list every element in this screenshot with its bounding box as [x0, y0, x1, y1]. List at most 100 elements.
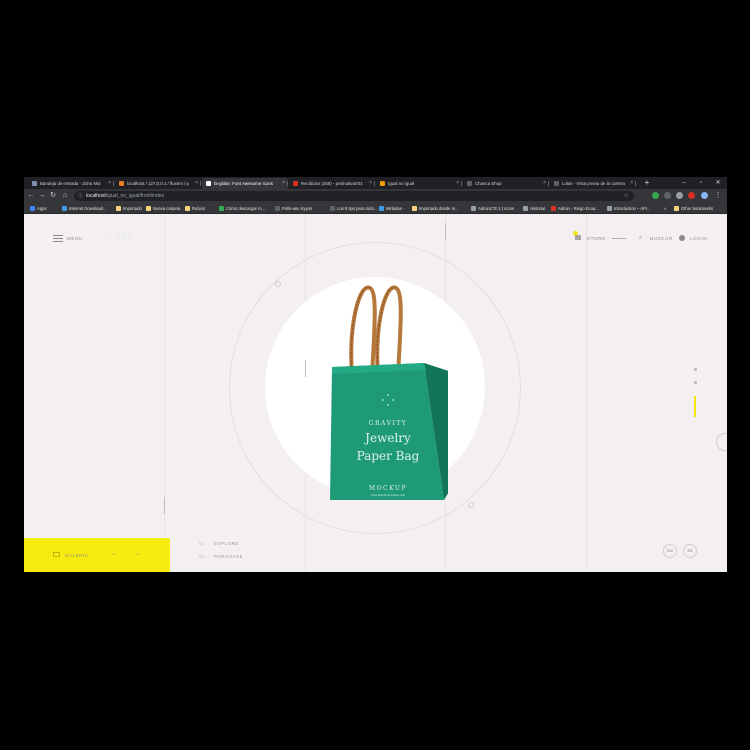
lang-en-button[interactable]: EN — [663, 544, 677, 558]
bookmark-icon — [219, 206, 224, 211]
prev-arrow-icon[interactable]: ← — [111, 551, 118, 557]
back-icon[interactable]: ← — [26, 191, 36, 201]
tick-mark — [305, 360, 306, 377]
menu-icon[interactable] — [53, 235, 63, 242]
bookmark-icon — [275, 206, 280, 211]
close-tab-icon[interactable]: × — [456, 178, 459, 189]
bag-title-1: Jewelry — [363, 431, 411, 445]
browser-tab[interactable]: Igual no igual × — [376, 178, 462, 189]
close-tab-icon[interactable]: × — [282, 178, 285, 189]
bookmark-item[interactable]: AdminLTE 2 | Icons — [471, 203, 514, 214]
lang-es-button[interactable]: ES — [683, 544, 697, 558]
product-image: GRAVITY Jewelry Paper Bag MOCKUP www.gra… — [308, 284, 452, 504]
bookmark-item[interactable]: Apps — [30, 203, 47, 214]
tab-title: Bandeja de entrada - Zoho Mai — [40, 181, 101, 186]
more-bookmarks[interactable]: » — [664, 203, 666, 214]
close-tab-icon[interactable]: × — [369, 178, 372, 189]
store-icon[interactable] — [575, 235, 581, 240]
bookmark-item[interactable]: Rubios — [185, 203, 205, 214]
browser-tab[interactable]: Bandeja de entrada - Zoho Mai × — [28, 178, 114, 189]
browser-tab[interactable]: Recibidos (268) - pedroalvarr01 × — [289, 178, 375, 189]
slide-dot[interactable] — [694, 381, 697, 384]
jewelry-bag-illustration: GRAVITY Jewelry Paper Bag MOCKUP www.gra… — [330, 285, 452, 500]
bookmark-item[interactable]: Importado — [116, 203, 142, 214]
explore-link[interactable]: EXPLORE — [214, 541, 239, 546]
browser-toolbar: ← → ↻ ⌂ ⓘ localhost/igual_no_igual/front… — [24, 189, 727, 203]
bookmark-icon — [379, 206, 384, 211]
next-arrow-icon[interactable]: → — [134, 551, 141, 557]
url-path: /igual_no_igual/front/index — [105, 193, 165, 199]
close-tab-icon[interactable]: × — [630, 178, 633, 189]
extension-icon[interactable] — [652, 192, 659, 199]
grid-line — [164, 214, 165, 572]
minimize-icon[interactable]: – — [678, 177, 690, 189]
next-slide-button[interactable] — [716, 433, 727, 451]
bookmark-icon — [523, 206, 528, 211]
new-tab-button[interactable]: + — [642, 178, 652, 188]
search-link[interactable]: BUSCAR — [650, 236, 673, 241]
tab-separator — [461, 181, 462, 186]
extension-icon[interactable] — [688, 192, 695, 199]
kebab-menu-icon[interactable]: ⋮ — [713, 191, 723, 201]
forward-icon[interactable]: → — [37, 191, 47, 201]
extension-icon[interactable] — [676, 192, 683, 199]
bookmark-item[interactable]: Los 8 tips para todo... — [330, 203, 377, 214]
bookmark-label: Los 8 tips para todo... — [337, 206, 378, 211]
tick-mark — [164, 497, 165, 514]
bookmark-item[interactable]: Introduction – API... — [607, 203, 651, 214]
home-icon[interactable]: ⌂ — [60, 191, 70, 201]
browser-tab[interactable]: localhost / 127.0.0.1 / fluxers / p × — [115, 178, 201, 189]
slide-active-indicator[interactable] — [694, 396, 696, 417]
close-window-icon[interactable]: ✕ — [712, 177, 724, 189]
tab-separator — [287, 181, 288, 186]
bookmark-label: Cómo descargar m... — [226, 206, 266, 211]
slide-dot[interactable] — [694, 368, 697, 371]
info-icon: ⓘ — [78, 193, 84, 199]
tab-strip: Bandeja de entrada - Zoho Mai × localhost … — [24, 177, 727, 189]
login-link[interactable]: LOGIN — [690, 236, 707, 241]
bookmark-icon — [62, 206, 67, 211]
close-tab-icon[interactable]: × — [543, 178, 546, 189]
browser-tab[interactable]: fa-globe: Font Awesome Icons × — [202, 178, 288, 189]
bookmark-icon — [551, 206, 556, 211]
tab-separator — [635, 181, 636, 186]
bookmark-item[interactable]: Mirladas - — [379, 203, 404, 214]
store-link[interactable]: STORE — [587, 236, 606, 241]
purchase-link[interactable]: PURCHASE — [214, 554, 243, 559]
bookmark-label: Mirladas - — [386, 206, 405, 211]
bookmark-icon — [185, 206, 190, 211]
bookmark-label: AdminLTE 2 | Icons — [478, 206, 515, 211]
tab-title: Chanca Shop — [475, 181, 502, 186]
user-icon[interactable] — [679, 235, 685, 241]
browser-tab[interactable]: Chanca Shop × — [463, 178, 549, 189]
image-icon — [53, 552, 60, 557]
profile-avatar[interactable] — [701, 192, 708, 199]
gallery-panel[interactable]: GALERIA ← → — [24, 538, 170, 572]
reload-icon[interactable]: ↻ — [48, 191, 58, 201]
bookmark-item[interactable]: Admin - Riego Ecua... — [551, 203, 599, 214]
bookmark-item[interactable]: Historial — [523, 203, 545, 214]
bookmark-star-icon[interactable]: ☆ — [624, 191, 629, 201]
bookmark-item[interactable]: Internet Download... — [62, 203, 106, 214]
close-tab-icon[interactable]: × — [108, 178, 111, 189]
other-bookmarks[interactable]: Other bookmarks — [674, 203, 713, 214]
maximize-icon[interactable]: ▫ — [695, 177, 707, 189]
bookmark-icon — [146, 206, 151, 211]
bag-tiny: www.gravity-mockups.com — [371, 494, 406, 497]
site-logo[interactable]: [ ]ual — [105, 231, 132, 241]
bookmark-item[interactable]: Cómo descargar m... — [219, 203, 265, 214]
tab-separator — [200, 181, 201, 186]
extension-icon[interactable] — [664, 192, 671, 199]
tab-favicon — [380, 181, 385, 186]
menu-label[interactable]: MENU — [67, 236, 83, 241]
logo-text: [ ]ual — [105, 231, 132, 241]
browser-tab[interactable]: Lolas - Vista previa de la cartera × — [550, 178, 636, 189]
bookmark-item[interactable]: Importado desde In... — [412, 203, 459, 214]
address-bar[interactable]: ⓘ localhost/igual_no_igual/front/index ☆ — [74, 191, 634, 201]
search-icon[interactable]: ⌕ — [639, 235, 643, 242]
bookmark-item[interactable]: Nueva carpeta — [146, 203, 180, 214]
bookmark-icon — [30, 206, 35, 211]
bookmark-label: Pollo-asu Kyyos — [282, 206, 313, 211]
bookmark-item[interactable]: Pollo-asu Kyyos — [275, 203, 312, 214]
close-tab-icon[interactable]: × — [195, 178, 198, 189]
